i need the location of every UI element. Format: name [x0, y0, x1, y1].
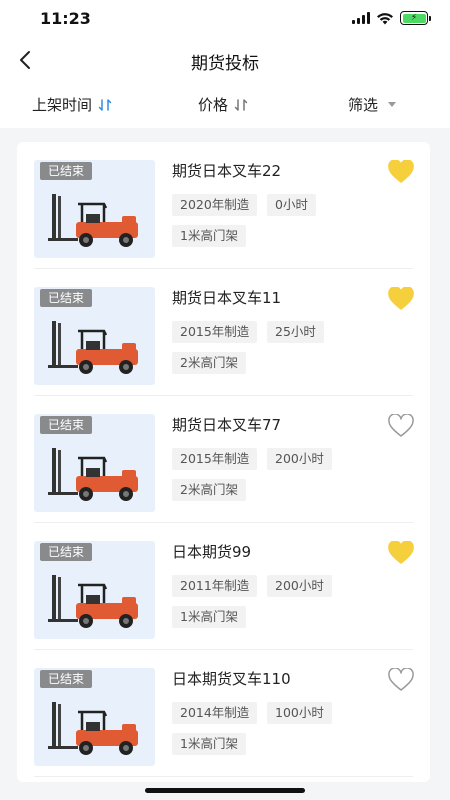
item-title: 期货日本叉车77	[172, 416, 282, 434]
year-tag: 2011年制造	[172, 575, 258, 597]
filter-label: 筛选	[348, 96, 379, 114]
battery-icon: ⚡	[400, 11, 431, 25]
heart-icon[interactable]	[388, 414, 414, 438]
mast-tag: 1米高门架	[172, 733, 246, 755]
heart-icon[interactable]	[388, 160, 414, 184]
mast-tag: 1米高门架	[172, 225, 246, 247]
divider	[34, 776, 413, 777]
sort-by-price-label: 价格	[198, 96, 229, 114]
status-bar: 11:23 ⚡	[0, 0, 450, 38]
product-image: 已结束	[34, 541, 155, 639]
status-badge: 已结束	[40, 670, 93, 688]
hours-tag: 200小时	[267, 575, 332, 597]
heart-icon[interactable]	[388, 668, 414, 692]
item-title: 期货日本叉车22	[172, 162, 282, 180]
status-badge: 已结束	[40, 543, 93, 561]
heart-icon[interactable]	[388, 287, 414, 311]
list-item[interactable]: 已结束 期货日本叉车11 2015年制造 25小时 2米高门架	[17, 269, 430, 396]
forklift-image	[48, 575, 138, 628]
filter-bar: 上架时间 价格 筛选	[0, 82, 450, 128]
list-item[interactable]: 已结束 日本期货99 2011年制造 200小时 1米高门架	[17, 523, 430, 650]
status-badge: 已结束	[40, 289, 93, 307]
forklift-image	[48, 702, 138, 755]
year-tag: 2015年制造	[172, 321, 258, 343]
hours-tag: 100小时	[267, 702, 332, 724]
sort-arrows-icon	[98, 98, 112, 111]
product-image: 已结束	[34, 287, 155, 385]
product-image: 已结束	[34, 668, 155, 766]
page-title: 期货投标	[191, 54, 259, 74]
product-image: 已结束	[34, 160, 155, 258]
sort-by-time-button[interactable]: 上架时间	[32, 94, 112, 115]
mast-tag: 1米高门架	[172, 606, 246, 628]
hours-tag: 0小时	[267, 194, 316, 216]
heart-icon[interactable]	[388, 541, 414, 565]
home-indicator	[145, 788, 305, 793]
forklift-image	[48, 194, 138, 247]
item-title: 日本期货99	[172, 543, 252, 561]
item-title: 日本期货叉车110	[172, 670, 291, 688]
forklift-image	[48, 321, 138, 374]
hours-tag: 200小时	[267, 448, 332, 470]
charging-bolt-icon: ⚡	[402, 13, 426, 23]
nav-bar: 期货投标	[0, 38, 450, 82]
year-tag: 2020年制造	[172, 194, 258, 216]
list-item[interactable]: 已结束 期货日本叉车77 2015年制造 200小时 2米高门架	[17, 396, 430, 523]
year-tag: 2015年制造	[172, 448, 258, 470]
status-badge: 已结束	[40, 416, 93, 434]
mast-tag: 2米高门架	[172, 479, 246, 501]
product-list: 已结束 期货日本叉车22 2020年制造 0小时 1米高门架 已结束 期货日本叉…	[17, 142, 430, 782]
signal-icon	[352, 12, 370, 24]
product-image: 已结束	[34, 414, 155, 512]
filter-dropdown-button[interactable]: 筛选	[348, 94, 397, 115]
status-icons: ⚡	[352, 11, 431, 25]
item-title: 期货日本叉车11	[172, 289, 282, 307]
hours-tag: 25小时	[267, 321, 324, 343]
mast-tag: 2米高门架	[172, 352, 246, 374]
list-item[interactable]: 已结束 期货日本叉车22 2020年制造 0小时 1米高门架	[17, 142, 430, 269]
sort-by-time-label: 上架时间	[32, 96, 93, 114]
sort-by-price-button[interactable]: 价格	[198, 94, 248, 115]
sort-arrows-icon	[234, 98, 248, 111]
status-badge: 已结束	[40, 162, 93, 180]
list-item[interactable]: 已结束 日本期货叉车110 2014年制造 100小时 1米高门架	[17, 650, 430, 777]
caret-down-icon	[388, 102, 397, 107]
wifi-icon	[377, 12, 393, 24]
forklift-image	[48, 448, 138, 501]
status-time: 11:23	[40, 9, 91, 28]
year-tag: 2014年制造	[172, 702, 258, 724]
